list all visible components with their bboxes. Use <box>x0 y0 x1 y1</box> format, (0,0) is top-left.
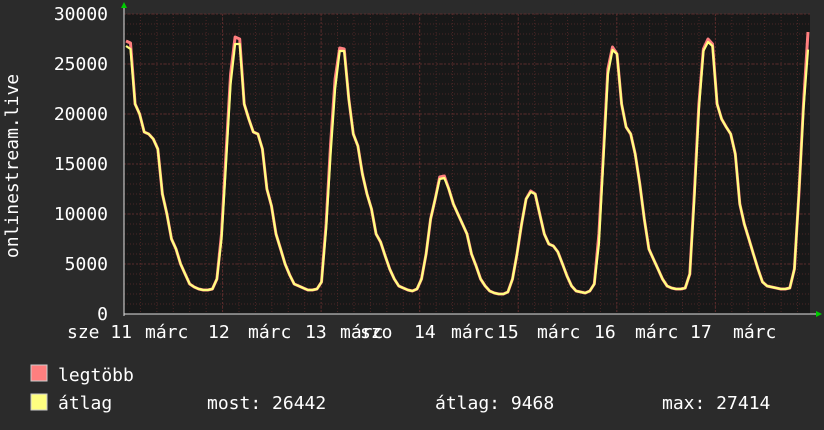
x-tick-label: márc <box>733 322 776 343</box>
legend-label-avg: átlag <box>58 393 112 414</box>
y-tick-label: 20000 <box>54 104 108 125</box>
y-tick-label: 30000 <box>54 4 108 25</box>
x-tick-label: 13 <box>305 322 327 343</box>
x-tick-label: márc <box>537 322 580 343</box>
y-tick-label: 25000 <box>54 54 108 75</box>
x-tick-label: márc <box>451 322 494 343</box>
legend-label-max: legtöbb <box>58 365 134 386</box>
legend-maximum: max: 27414 <box>662 393 770 414</box>
x-tick-label: márc <box>635 322 678 343</box>
legend-now: most: 26442 <box>207 393 326 414</box>
x-tick-label: 16 <box>594 322 616 343</box>
x-tick-label: 12 <box>208 322 230 343</box>
x-tick-label: 17 <box>690 322 712 343</box>
y-axis-arrow <box>121 2 127 8</box>
legend-average: átlag: 9468 <box>435 393 554 414</box>
y-tick-label: 10000 <box>54 204 108 225</box>
legend-swatch-max <box>30 364 48 382</box>
legend: legtöbb átlag most: 26442 átlag: 9468 ma… <box>30 364 770 414</box>
x-tick-label: 15 <box>497 322 519 343</box>
x-tick-label: szo <box>360 322 393 343</box>
x-tick-label: 14 <box>414 322 436 343</box>
chart-svg: 050001000015000200002500030000sze 11 márc… <box>2 2 822 414</box>
y-tick-label: 15000 <box>54 154 108 175</box>
y-tick-label: 5000 <box>65 254 108 275</box>
x-tick-label: márc <box>145 322 188 343</box>
x-tick-label: sze 11 <box>67 322 132 343</box>
x-tick-label: márc <box>248 322 291 343</box>
x-axis-arrow <box>816 311 822 317</box>
legend-swatch-avg <box>30 393 48 411</box>
y-axis-label: onlinestream.live <box>2 74 23 258</box>
